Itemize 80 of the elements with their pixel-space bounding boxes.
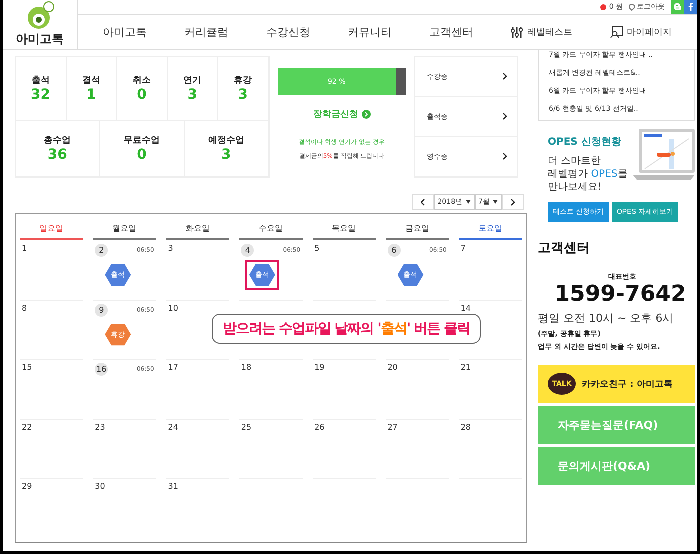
stat-value: 0 <box>137 86 147 103</box>
day-number: 3 <box>168 244 174 253</box>
support-title: 고객센터 <box>538 240 591 257</box>
weekday-header: 금요일 <box>386 218 449 240</box>
stat-label: 무료수업 <box>124 134 160 147</box>
day-number: 8 <box>22 304 28 313</box>
day-number: 9 <box>95 304 108 317</box>
weekday-header: 월요일 <box>93 218 156 240</box>
day-number: 23 <box>95 422 106 432</box>
nav-link[interactable]: 아미고톡 <box>102 24 147 40</box>
next-month-button[interactable] <box>502 194 524 210</box>
stat-label: 출석 <box>32 74 50 87</box>
day-number: 7 <box>460 244 466 253</box>
logo-text[interactable]: 아미고톡 <box>16 31 64 48</box>
day-number: 22 <box>22 422 32 432</box>
prev-month-button[interactable] <box>412 194 434 210</box>
arrow-circle-icon <box>362 110 370 119</box>
day-number: 20 <box>388 363 398 372</box>
day-number: 29 <box>22 482 32 492</box>
stat-value: 3 <box>221 146 232 163</box>
nav-link[interactable]: 커뮤니티 <box>348 24 392 40</box>
day-number: 28 <box>460 422 472 432</box>
chevron-right-icon <box>503 113 507 120</box>
nav-link[interactable]: 고객센터 <box>430 24 474 40</box>
user-card-icon <box>610 26 624 38</box>
day-number: 1 <box>22 244 28 253</box>
stat-value: 1 <box>86 86 96 103</box>
stat-value: 3 <box>238 86 248 103</box>
day-number: 17 <box>168 363 178 372</box>
day-number: 19 <box>314 363 325 372</box>
stat-value: 36 <box>48 146 68 163</box>
coin-icon <box>600 4 608 10</box>
day-number: 16 <box>95 363 108 376</box>
nav-link[interactable]: 마이페이지 <box>610 26 672 38</box>
chevron-right-icon <box>503 73 507 80</box>
nav-link[interactable]: 커리큘럼 <box>184 24 229 40</box>
chevron-right-icon <box>511 198 515 206</box>
weekday-header: 목요일 <box>312 218 376 240</box>
day-number: 21 <box>460 363 472 372</box>
stat-label: 결석 <box>82 74 100 87</box>
day-number: 6 <box>388 244 401 257</box>
nav-link[interactable]: 수강신청 <box>266 24 310 40</box>
stat-label: 연기 <box>184 74 202 87</box>
stat-value: 32 <box>31 86 51 103</box>
tools-icon <box>511 26 524 38</box>
opes-title: OPES 신청현황 <box>548 136 622 149</box>
day-number: 4 <box>241 244 254 257</box>
support-hours: 평일 오전 10시 ~ 오후 6시 <box>538 311 675 326</box>
weekday-header: 화요일 <box>166 218 230 240</box>
stat-label: 취소 <box>132 74 151 87</box>
facebook-icon[interactable] <box>684 0 697 14</box>
chevron-left-icon <box>420 198 425 206</box>
day-number: 31 <box>168 482 178 492</box>
phone-number: 1599-7642 <box>554 282 686 307</box>
weekday-header: 수요일 <box>239 218 303 240</box>
caret-icon <box>493 200 498 204</box>
instruction-text: 받으려는 수업파일 날짜의 '출석' 버튼 클릭 <box>223 320 470 338</box>
day-number: 27 <box>388 422 398 432</box>
stat-label: 휴강 <box>234 74 252 87</box>
day-number: 26 <box>314 422 325 432</box>
day-number: 25 <box>241 422 252 432</box>
nav-link[interactable]: 레벨테스트 <box>511 26 572 38</box>
day-number: 30 <box>95 482 106 492</box>
day-number: 15 <box>22 363 32 372</box>
day-number: 2 <box>95 244 108 257</box>
stat-value: 3 <box>188 86 198 103</box>
day-number: 10 <box>168 304 178 313</box>
day-number: 18 <box>241 363 252 372</box>
day-number: 24 <box>168 422 178 432</box>
caret-icon <box>466 200 471 204</box>
weekday-header: 토요일 <box>458 218 522 240</box>
stat-label: 예정수업 <box>208 134 244 147</box>
weekday-header: 일요일 <box>20 218 84 240</box>
shield-icon <box>629 4 635 10</box>
stat-value: 0 <box>137 146 147 163</box>
day-number: 14 <box>460 304 472 313</box>
chevron-right-icon <box>503 153 507 160</box>
opes-text: 더 스마트한 레벨평가 OPES를 만나보세요! <box>548 155 628 194</box>
day-number: 5 <box>314 244 320 253</box>
stat-label: 총수업 <box>44 134 72 147</box>
